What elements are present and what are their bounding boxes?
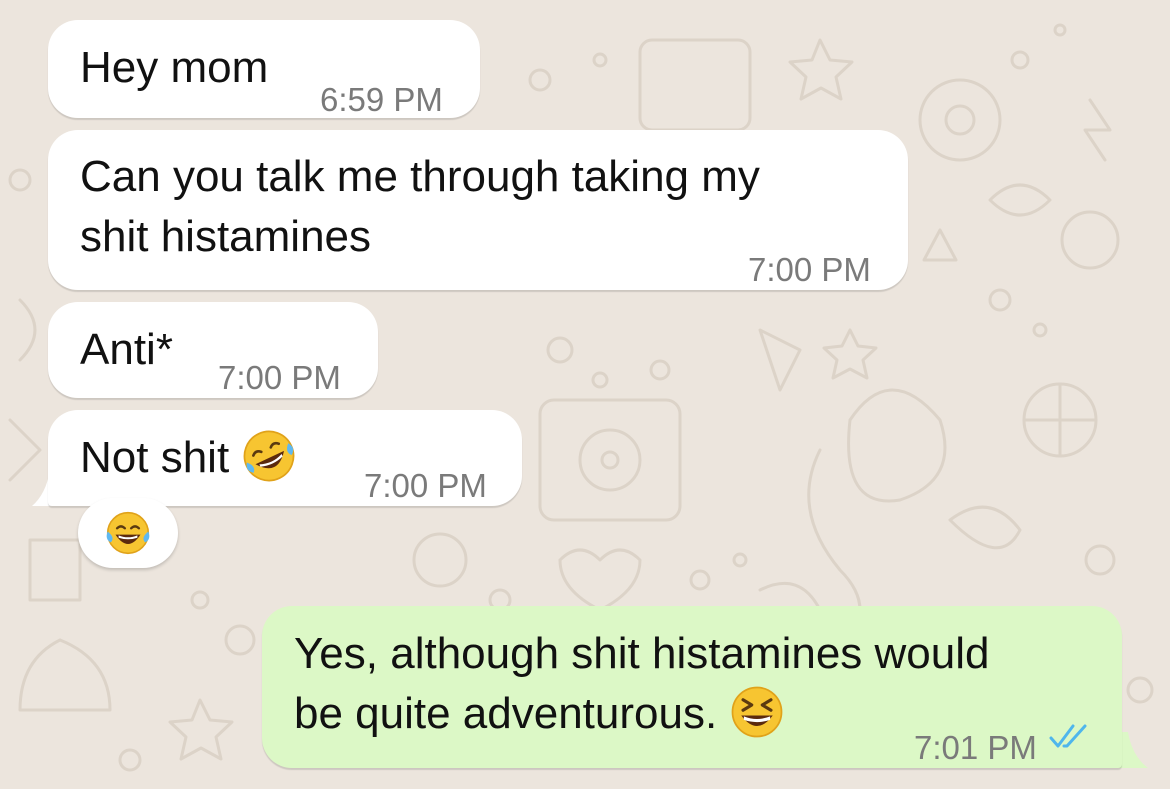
incoming-message[interactable]: Not shit 7:00 PM [48, 410, 522, 506]
grinning-squinting-face-emoji [732, 686, 783, 738]
message-timestamp: 6:59 PM [320, 81, 443, 118]
message-text: Not shit [80, 428, 297, 488]
incoming-message[interactable]: Anti* 7:00 PM [48, 302, 378, 398]
face-with-tears-of-joy-emoji [106, 511, 150, 555]
message-text: Can you talk me through taking my shit h… [80, 152, 760, 261]
message-timestamp: 7:00 PM [218, 359, 341, 396]
incoming-message[interactable]: Hey mom 6:59 PM [48, 20, 480, 118]
message-text: Yes, although shit histamines would be q… [294, 629, 990, 738]
outgoing-message[interactable]: Yes, although shit histamines would be q… [262, 606, 1122, 768]
rolling-on-floor-laughing-emoji [244, 430, 295, 482]
message-timestamp: 7:00 PM [748, 251, 871, 288]
message-timestamp: 7:00 PM [364, 467, 487, 504]
read-receipt-icon [1049, 724, 1087, 748]
message-text: Hey mom [80, 43, 269, 92]
message-reaction[interactable] [78, 498, 178, 568]
incoming-message[interactable]: Can you talk me through taking my shit h… [48, 130, 908, 290]
message-text: Anti* [80, 325, 173, 374]
message-timestamp: 7:01 PM [914, 729, 1037, 766]
